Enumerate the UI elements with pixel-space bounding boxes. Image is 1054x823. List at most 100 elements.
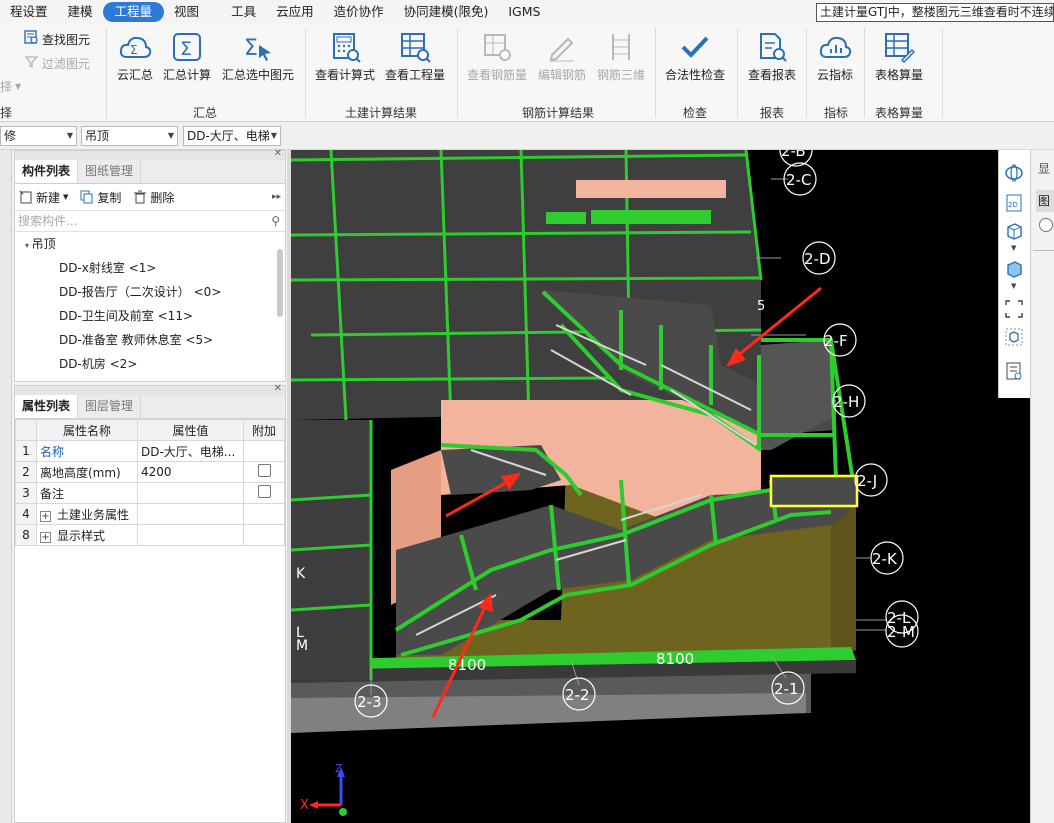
- region-select-icon: [1005, 300, 1023, 318]
- menu-project-settings[interactable]: 程设置: [0, 0, 58, 24]
- select-dropdown[interactable]: 择 ▼: [0, 78, 21, 95]
- view-formula-button[interactable]: 查看计算式: [313, 28, 377, 90]
- ribbon-separator: [864, 28, 865, 118]
- more-icon[interactable]: ▸▸: [272, 192, 281, 202]
- component-dropdown[interactable]: DD-大厅、电梯 ▼: [183, 126, 281, 146]
- table-row[interactable]: 1 名称 DD-大厅、电梯...: [15, 440, 285, 462]
- property-group-label: 土建业务属性: [57, 507, 130, 522]
- table-row[interactable]: 3 备注: [15, 482, 285, 504]
- extra-checkbox[interactable]: [257, 485, 271, 498]
- expand-plus-icon[interactable]: +: [40, 510, 51, 522]
- component-search-input[interactable]: 搜索构件... ⚲: [15, 210, 285, 232]
- display-settings-button[interactable]: [1003, 360, 1025, 382]
- chevron-down-icon[interactable]: ▼: [1011, 282, 1016, 290]
- property-value[interactable]: 4200: [137, 461, 244, 483]
- find-element-button[interactable]: 查找图元: [24, 30, 90, 48]
- axis-label-2m: 2-M: [887, 623, 915, 641]
- cloud-index-button[interactable]: 云指标: [812, 28, 858, 90]
- cloud-summary-icon: Σ: [117, 28, 153, 66]
- dynamic-observe-button[interactable]: [1003, 162, 1025, 184]
- menu-cost-collab[interactable]: 造价协作: [324, 0, 394, 24]
- ribbon: 查找图元 过滤图元 择 ▼ 择 Σ 云汇总 Σ 汇总计算 Σ 汇总选中图元 汇总…: [0, 24, 1054, 122]
- property-value[interactable]: DD-大厅、电梯...: [137, 440, 244, 462]
- close-icon[interactable]: ✕: [274, 148, 282, 159]
- table-calc-button[interactable]: 表格算量: [871, 28, 927, 90]
- tab-property-list[interactable]: 属性列表: [15, 395, 79, 418]
- property-extra: [243, 440, 285, 462]
- view-2d-button[interactable]: 2D: [1003, 192, 1025, 214]
- filter-element-button[interactable]: 过滤图元: [24, 54, 90, 72]
- summary-selected-button[interactable]: Σ 汇总选中图元: [220, 28, 296, 90]
- table-search-icon: [397, 28, 433, 66]
- stair-flight-mid: [441, 445, 561, 495]
- extra-checkbox[interactable]: [257, 464, 271, 477]
- list-item[interactable]: DD-x射线室 <1>: [15, 256, 285, 280]
- category-dropdown[interactable]: 修 ▼: [0, 126, 77, 146]
- list-item[interactable]: DD-报告厅（二次设计） <0>: [15, 280, 285, 304]
- table-calc-label: 表格算量: [874, 68, 923, 82]
- component-tabs: 构件列表 图纸管理: [15, 160, 285, 184]
- axis-label-2k: 2-K: [872, 550, 898, 568]
- dynamic-section-button[interactable]: [1003, 326, 1025, 348]
- view-3d-button[interactable]: [1003, 220, 1025, 242]
- property-name-group: + 显示样式: [36, 524, 138, 546]
- row-index: 1: [15, 440, 37, 462]
- tree-root-ceiling[interactable]: ▾ 吊顶: [15, 232, 285, 256]
- view-report-button[interactable]: 查看报表: [745, 28, 799, 90]
- rebar-3d-button[interactable]: 钢筋三维: [594, 28, 648, 90]
- list-item[interactable]: DD-卫生间及前室 <11>: [15, 304, 285, 328]
- menu-collab-modeling[interactable]: 协同建模(限免): [394, 0, 499, 24]
- marquee-notice[interactable]: 土建计量GTJ中，整楼图元三维查看时不连续: [816, 3, 1054, 22]
- menu-modeling[interactable]: 建模: [58, 0, 103, 24]
- table-row[interactable]: 8 + 显示样式: [15, 524, 285, 546]
- delete-button[interactable]: 删除: [133, 189, 174, 206]
- list-item[interactable]: DD-准备室 教师休息室 <5>: [15, 328, 285, 352]
- group-label-select: 择: [0, 106, 13, 120]
- axis-label-2j: 2-J: [857, 472, 877, 490]
- calculator-icon: [327, 28, 363, 66]
- legality-check-button[interactable]: 合法性检查: [663, 28, 727, 90]
- tab-drawing-manage[interactable]: 图纸管理: [78, 160, 142, 183]
- 3d-viewport[interactable]: K L M 2-B 2-C 2-D 2-F 2-H 2-J 2-K 2-L 2-…: [291, 150, 1030, 823]
- table-row[interactable]: 4 + 土建业务属性: [15, 503, 285, 525]
- svg-text:Σ: Σ: [244, 36, 258, 61]
- copy-button[interactable]: 复制: [80, 189, 121, 206]
- cloud-summary-button[interactable]: Σ 云汇总: [113, 28, 157, 90]
- sigma-icon: Σ: [169, 28, 205, 66]
- component-dropdown-value: DD-大厅、电梯: [187, 129, 270, 143]
- right-panel-tab[interactable]: 图: [1036, 190, 1054, 212]
- chevron-down-icon: ▼: [15, 82, 22, 91]
- type-dropdown[interactable]: 吊顶 ▼: [81, 126, 178, 146]
- radio-button[interactable]: [1039, 218, 1053, 232]
- right-panel-tab[interactable]: 显: [1038, 160, 1050, 177]
- list-item[interactable]: DD-机房 <2>: [15, 352, 285, 376]
- menu-igms[interactable]: IGMS: [498, 0, 550, 24]
- model-scene[interactable]: K L M 2-B 2-C 2-D 2-F 2-H 2-J 2-K 2-L 2-…: [291, 150, 1030, 823]
- menu-tools[interactable]: 工具: [209, 0, 266, 24]
- view-formula-label: 查看计算式: [314, 68, 375, 82]
- close-icon[interactable]: ✕: [274, 383, 282, 394]
- menu-quantity[interactable]: 工程量: [102, 2, 165, 22]
- menu-cloud-app[interactable]: 云应用: [266, 0, 324, 24]
- view-rebar-label: 查看钢筋量: [466, 68, 527, 82]
- search-icon[interactable]: ⚲: [271, 211, 280, 231]
- summary-calc-button[interactable]: Σ 汇总计算: [162, 28, 212, 90]
- chevron-down-icon[interactable]: ▼: [1011, 244, 1016, 252]
- svg-text:Σ: Σ: [180, 38, 192, 60]
- property-tabs: 属性列表 图层管理: [15, 395, 285, 419]
- table-row[interactable]: 2 离地高度(mm) 4200: [15, 461, 285, 483]
- menu-view[interactable]: 视图: [164, 0, 209, 24]
- zoom-region-button[interactable]: [1003, 298, 1025, 320]
- new-button[interactable]: 新建 ▼: [19, 189, 68, 206]
- view-quantity-button[interactable]: 查看工程量: [383, 28, 447, 90]
- expand-plus-icon[interactable]: +: [40, 531, 51, 543]
- axis-label-2b: 2-B: [781, 150, 806, 160]
- property-value[interactable]: [137, 482, 244, 504]
- scrollbar[interactable]: [277, 249, 283, 317]
- view-rebar-button[interactable]: 查看钢筋量: [465, 28, 529, 90]
- axis-label-2d: 2-D: [804, 250, 831, 268]
- edit-rebar-button[interactable]: 编辑钢筋: [535, 28, 589, 90]
- tab-component-list[interactable]: 构件列表: [15, 160, 79, 183]
- solid-view-button[interactable]: [1003, 258, 1025, 280]
- tab-layer-manage[interactable]: 图层管理: [78, 395, 142, 418]
